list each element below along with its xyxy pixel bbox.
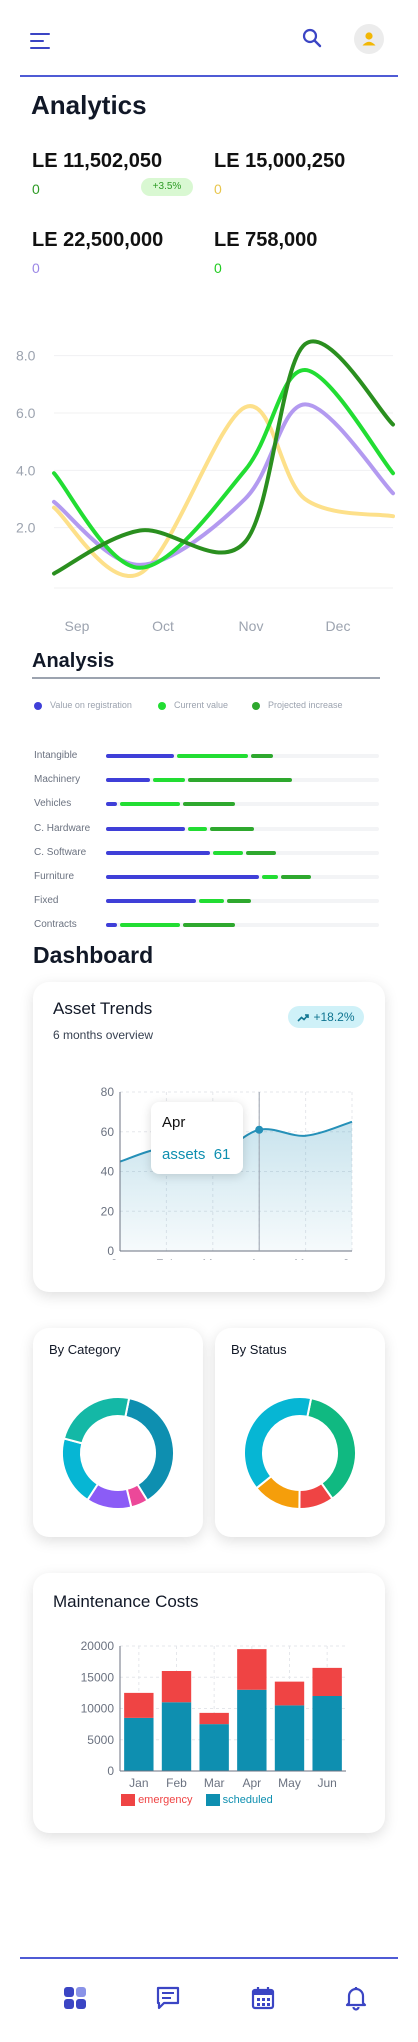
emergency-bar: [199, 1712, 229, 1725]
scheduled-bar: [237, 1689, 267, 1771]
legend-scheduled: scheduled: [222, 1794, 273, 1807]
messages-icon[interactable]: [155, 1985, 181, 2011]
scheduled-bar: [161, 1702, 192, 1771]
legend-swatch: [205, 1794, 220, 1807]
x-tick-label: Feb: [166, 1776, 187, 1790]
maintenance-legend: emergency scheduled: [121, 1794, 273, 1807]
y-tick-label: 20000: [81, 1639, 115, 1653]
scheduled-bar: [124, 1717, 154, 1771]
emergency-bar: [274, 1681, 305, 1706]
scheduled-bar: [312, 1696, 342, 1771]
y-tick-label: 5000: [87, 1733, 114, 1747]
bottom-nav-divider: [20, 1957, 398, 1959]
legend-swatch: [121, 1794, 135, 1807]
notifications-icon[interactable]: [343, 1985, 369, 2011]
x-tick-label: Jan: [129, 1776, 148, 1790]
y-tick-label: 10000: [81, 1702, 115, 1716]
x-tick-label: Apr: [242, 1776, 261, 1790]
y-tick-label: 15000: [81, 1670, 115, 1684]
x-tick-label: Mar: [204, 1776, 225, 1790]
emergency-bar: [237, 1649, 267, 1690]
calendar-icon[interactable]: [250, 1985, 276, 2011]
dashboard-icon[interactable]: [62, 1985, 88, 2011]
x-tick-label: Jun: [317, 1776, 336, 1790]
legend-emergency: emergency: [138, 1794, 193, 1807]
emergency-bar: [161, 1671, 192, 1703]
emergency-bar: [124, 1692, 154, 1718]
y-tick-label: 0: [107, 1764, 114, 1778]
emergency-bar: [312, 1667, 342, 1696]
x-tick-label: May: [278, 1776, 301, 1790]
scheduled-bar: [274, 1705, 305, 1771]
maintenance-costs-chart[interactable]: 0 5000 10000 15000 20000 Jan Feb Mar Apr May Jun: [0, 0, 418, 1820]
scheduled-bar: [199, 1724, 229, 1771]
